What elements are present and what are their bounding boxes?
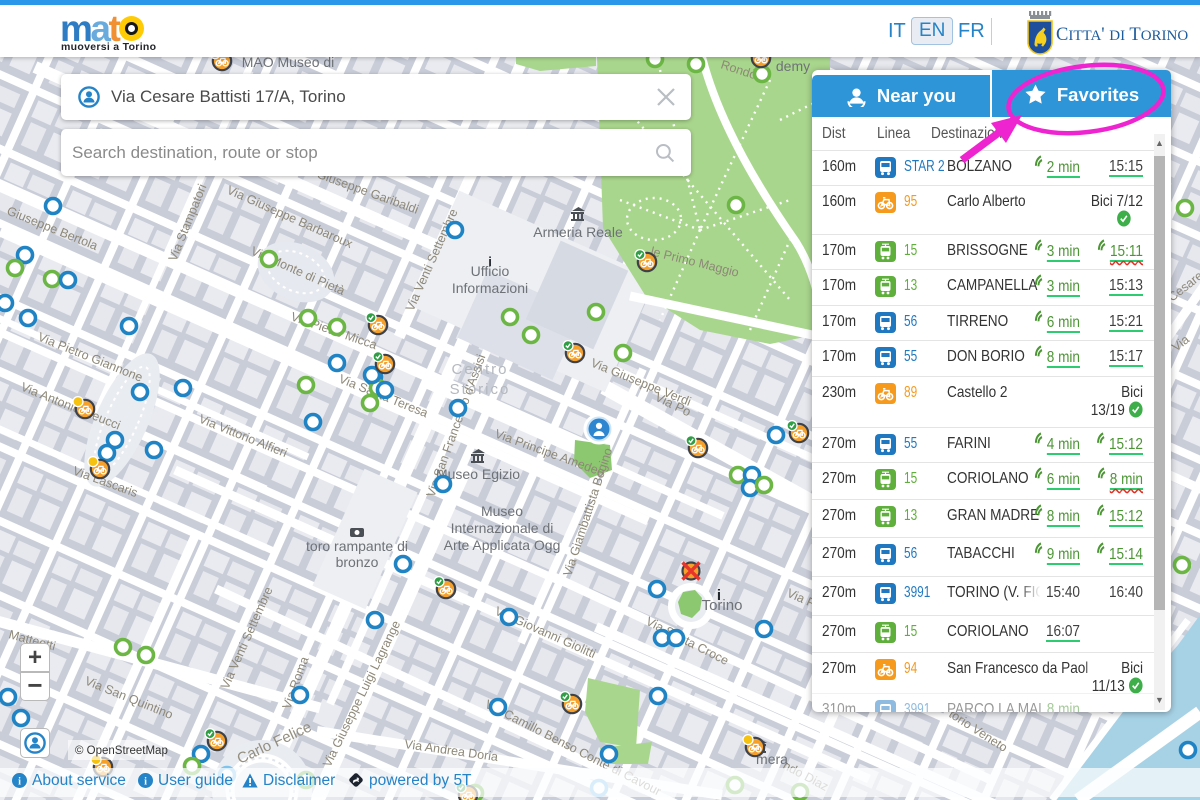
svg-text:© OpenStreetMap: © OpenStreetMap [75,745,168,757]
svg-text:i: i [488,254,492,269]
svg-text:i: i [144,776,147,787]
svg-text:toro rampante di: toro rampante di [306,538,408,554]
svg-text:Informazioni: Informazioni [452,280,528,296]
svg-text:MAO Museo di: MAO Museo di [242,57,335,70]
svg-text:bronzo: bronzo [336,554,379,570]
svg-text:demy: demy [776,58,810,74]
svg-text:Torino: Torino [702,597,743,614]
svg-text:Arte Applicata Ogg: Arte Applicata Ogg [444,537,561,553]
svg-text:i: i [717,587,721,604]
svg-text:Centro: Centro [451,361,508,378]
svg-text:i: i [18,776,21,787]
svg-text:Armeria Reale: Armeria Reale [533,224,623,240]
svg-text:Storico: Storico [450,381,511,398]
svg-text:Museo: Museo [481,503,523,519]
svg-text:Internazionale di: Internazionale di [451,520,554,536]
